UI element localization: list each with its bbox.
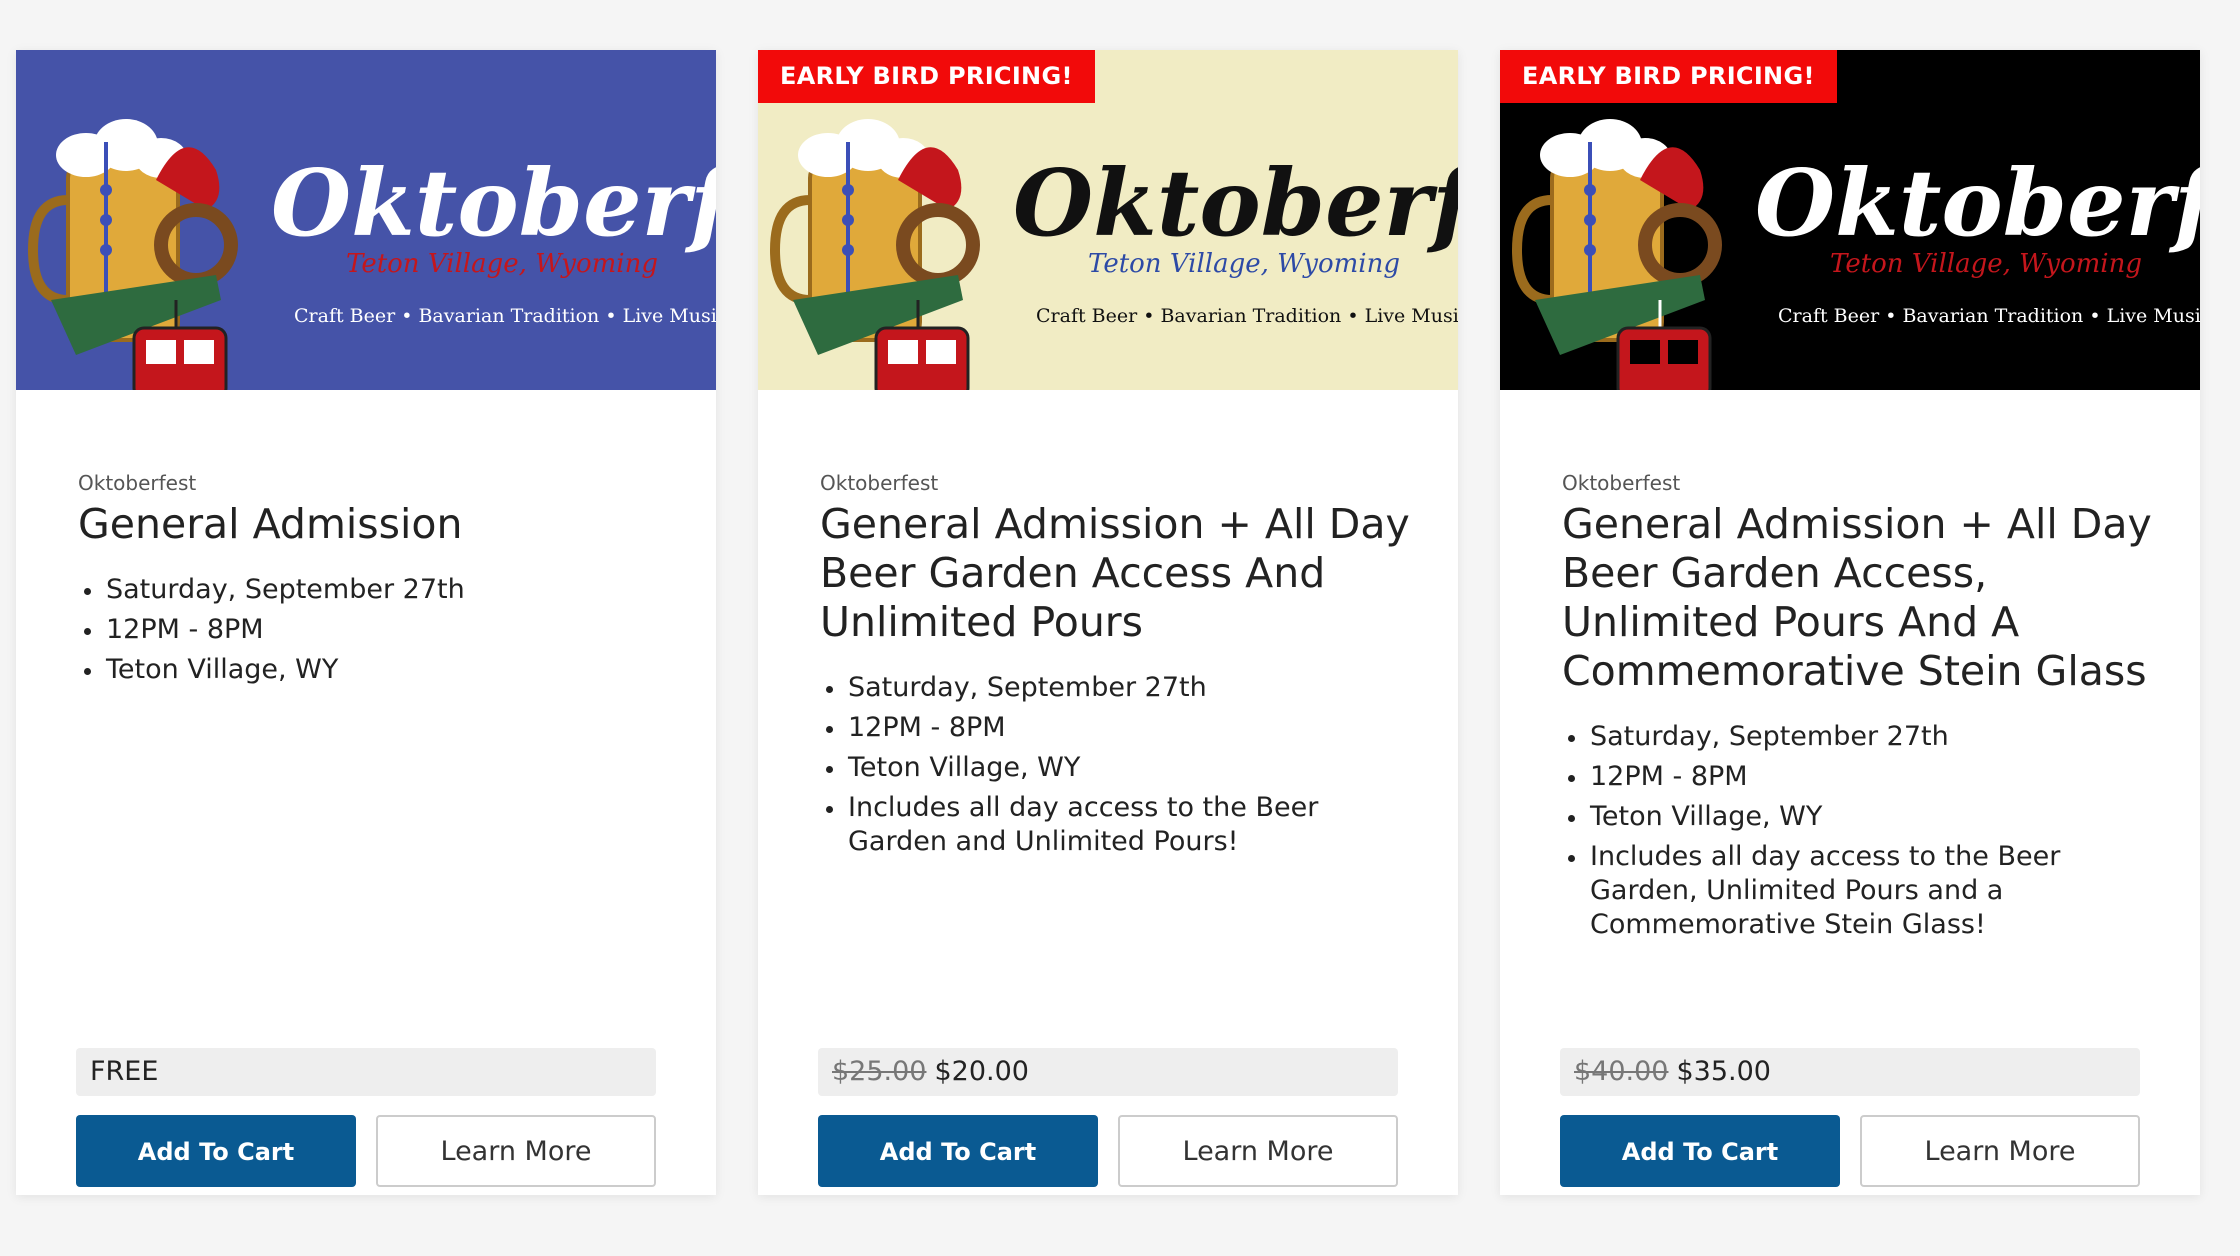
ticket-title: General Admission: [78, 500, 463, 548]
logo-title-text: Oktoberfest: [1013, 149, 1458, 257]
add-to-cart-button[interactable]: Add To Cart: [1560, 1115, 1840, 1187]
detail-location: Teton Village, WY: [78, 653, 658, 687]
logo-location-text: Teton Village, Wyoming: [1830, 249, 2142, 279]
ticket-card-general-admission: Oktoberfest Teton Village, Wyoming Craft…: [16, 50, 716, 1195]
event-category: Oktoberfest: [78, 471, 197, 495]
price-box: FREE: [76, 1048, 656, 1096]
learn-more-button[interactable]: Learn More: [376, 1115, 656, 1187]
early-bird-badge: EARLY BIRD PRICING!: [758, 50, 1095, 103]
ticket-details-list: Saturday, September 27th 12PM - 8PM Teto…: [78, 573, 658, 693]
ticket-details-list: Saturday, September 27th 12PM - 8PM Teto…: [820, 671, 1400, 865]
detail-location: Teton Village, WY: [820, 751, 1400, 785]
oktoberfest-logo-image: Oktoberfest Teton Village, Wyoming Craft…: [16, 50, 716, 390]
ticket-title: General Admission + All Day Beer Garden …: [820, 500, 1410, 646]
ticket-details-list: Saturday, September 27th 12PM - 8PM Teto…: [1562, 720, 2142, 948]
ticket-title: General Admission + All Day Beer Garden …: [1562, 500, 2152, 695]
price-original: $25.00: [832, 1056, 927, 1087]
detail-date: Saturday, September 27th: [78, 573, 658, 607]
logo-title-text: Oktoberfest: [1755, 149, 2200, 257]
event-banner: Oktoberfest Teton Village, Wyoming Craft…: [758, 50, 1458, 390]
ticket-card-beer-garden: Oktoberfest Teton Village, Wyoming Craft…: [758, 50, 1458, 1195]
logo-location-text: Teton Village, Wyoming: [346, 249, 658, 279]
event-category: Oktoberfest: [1562, 471, 1681, 495]
early-bird-badge: EARLY BIRD PRICING!: [1500, 50, 1837, 103]
detail-time: 12PM - 8PM: [78, 613, 658, 647]
price-current: $35.00: [1676, 1056, 1771, 1087]
learn-more-button[interactable]: Learn More: [1860, 1115, 2140, 1187]
event-category: Oktoberfest: [820, 471, 939, 495]
event-banner: Oktoberfest Teton Village, Wyoming Craft…: [1500, 50, 2200, 390]
ticket-card-stein-glass: Oktoberfest Teton Village, Wyoming Craft…: [1500, 50, 2200, 1195]
price-current: $20.00: [934, 1056, 1029, 1087]
detail-includes: Includes all day access to the Beer Gard…: [1562, 840, 2142, 942]
card-body: Oktoberfest General Admission Saturday, …: [16, 390, 716, 1195]
learn-more-button[interactable]: Learn More: [1118, 1115, 1398, 1187]
logo-location-text: Teton Village, Wyoming: [1088, 249, 1400, 279]
logo-tagline-text: Craft Beer • Bavarian Tradition • Live M…: [294, 305, 716, 327]
price-current: FREE: [90, 1056, 159, 1087]
detail-time: 12PM - 8PM: [1562, 760, 2142, 794]
logo-title-text: Oktoberfest: [271, 149, 716, 257]
logo-tagline-text: Craft Beer • Bavarian Tradition • Live M…: [1778, 305, 2200, 327]
detail-date: Saturday, September 27th: [1562, 720, 2142, 754]
detail-date: Saturday, September 27th: [820, 671, 1400, 705]
card-body: Oktoberfest General Admission + All Day …: [758, 390, 1458, 1195]
price-original: $40.00: [1574, 1056, 1669, 1087]
price-box: $40.00 $35.00: [1560, 1048, 2140, 1096]
detail-includes: Includes all day access to the Beer Gard…: [820, 791, 1400, 859]
price-box: $25.00 $20.00: [818, 1048, 1398, 1096]
event-banner: Oktoberfest Teton Village, Wyoming Craft…: [16, 50, 716, 390]
detail-time: 12PM - 8PM: [820, 711, 1400, 745]
detail-location: Teton Village, WY: [1562, 800, 2142, 834]
ticket-listing: Oktoberfest Teton Village, Wyoming Craft…: [0, 0, 2240, 1256]
card-body: Oktoberfest General Admission + All Day …: [1500, 390, 2200, 1195]
logo-tagline-text: Craft Beer • Bavarian Tradition • Live M…: [1036, 305, 1458, 327]
add-to-cart-button[interactable]: Add To Cart: [76, 1115, 356, 1187]
add-to-cart-button[interactable]: Add To Cart: [818, 1115, 1098, 1187]
